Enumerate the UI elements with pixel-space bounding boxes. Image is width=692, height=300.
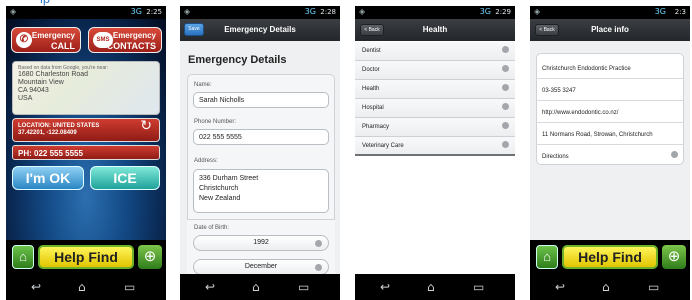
recent-apps-icon[interactable]: ▭ — [298, 281, 309, 293]
phone-screen-help-home: ◈ 3G 2:25 ✆ Emergency CALL SMS Emergency… — [6, 6, 166, 300]
list-item-hospital[interactable]: Hospital — [355, 99, 515, 118]
clock: 2:25 — [146, 8, 162, 16]
emergency-contacts-button[interactable]: SMS Emergency CONTACTS — [88, 27, 162, 53]
ice-button[interactable]: ICE — [90, 166, 160, 190]
dob-year-select[interactable]: 1992 — [193, 235, 329, 251]
phone-number-bar: PH: 022 555 5555 — [12, 145, 160, 160]
address-line: Mountain View — [18, 79, 64, 86]
nav-bar: ↩ ⌂ ▭ — [180, 274, 340, 300]
back-icon[interactable]: ↩ — [380, 281, 390, 293]
location-coordinates: 37.42201, -122.08409 — [18, 130, 77, 136]
list-item-doctor[interactable]: Doctor — [355, 61, 515, 80]
phone-screen-place-info: ◈ 3G 2:3 Place info < Back Christchurch … — [530, 6, 690, 300]
recent-apps-icon[interactable]: ▭ — [648, 281, 659, 293]
place-name: Christchurch Endodontic Practice — [536, 59, 684, 79]
select-indicator-icon — [315, 264, 322, 271]
select-indicator-icon — [315, 240, 322, 247]
signal-icon: 3G — [479, 7, 491, 16]
form-heading: Emergency Details — [188, 54, 287, 66]
address-label: Address: — [194, 158, 218, 164]
list-item-veterinary-care[interactable]: Veterinary Care — [355, 137, 515, 156]
app-bar: Emergency Details — [180, 19, 340, 41]
location-country: LOCATION: UNITED STATES — [18, 123, 100, 129]
place-website-link[interactable]: http://www.endodontic.co.nz/ — [536, 103, 684, 123]
recent-apps-icon[interactable]: ▭ — [473, 281, 484, 293]
address-field[interactable]: 336 Durham Street Christchurch New Zeala… — [193, 169, 329, 213]
recent-apps-icon[interactable]: ▭ — [124, 281, 135, 293]
globe-icon[interactable]: ⊕ — [138, 245, 162, 269]
name-field[interactable]: Sarah Nicholls — [193, 92, 329, 108]
back-icon[interactable]: ↩ — [205, 281, 215, 293]
home-icon[interactable]: ⌂ — [12, 245, 34, 269]
phone-screen-health-list: ◈ 3G 2:29 Health < Back Dentist Doctor H… — [355, 6, 515, 300]
status-bar: ◈ 3G 2:3 — [530, 6, 690, 19]
refresh-icon[interactable]: ↻ — [140, 118, 152, 132]
signal-icon: 3G — [304, 7, 316, 16]
status-bar: ◈ 3G 2:25 — [6, 6, 166, 19]
notification-icon: ◈ — [10, 7, 17, 16]
back-icon[interactable]: ↩ — [555, 281, 565, 293]
clock: 2:29 — [495, 8, 511, 16]
phone-screen-emergency-details: ◈ 3G 2:28 Emergency Details Save Emergen… — [180, 6, 340, 300]
help-find-button[interactable]: Help Find — [562, 245, 658, 269]
address-line: CA 94043 — [18, 87, 49, 94]
signal-icon: 3G — [130, 7, 142, 16]
page-title: Emergency Details — [224, 25, 296, 34]
clock: 2:28 — [320, 8, 336, 16]
emergency-call-button[interactable]: ✆ Emergency CALL — [11, 27, 81, 53]
status-bar: ◈ 3G 2:28 — [180, 6, 340, 19]
list-item-health[interactable]: Health — [355, 80, 515, 99]
dob-label: Date of Birth: — [194, 225, 230, 231]
phone-number-label: Phone Number: — [194, 119, 237, 125]
signal-icon: 3G — [654, 7, 666, 16]
place-phone[interactable]: 03-355 3247 — [536, 81, 684, 101]
save-button[interactable]: Save — [184, 23, 204, 36]
status-bar: ◈ 3G 2:29 — [355, 6, 515, 19]
chevron-icon — [671, 151, 678, 158]
sms-icon: SMS — [93, 32, 113, 48]
directions-item[interactable]: Directions — [536, 147, 684, 167]
chevron-icon — [502, 141, 509, 148]
notification-icon: ◈ — [184, 7, 191, 16]
home-icon[interactable]: ⌂ — [536, 245, 558, 269]
globe-icon[interactable]: ⊕ — [662, 245, 686, 269]
address-line: 1680 Charleston Road — [18, 71, 89, 78]
home-nav-icon[interactable]: ⌂ — [602, 281, 610, 293]
home-nav-icon[interactable]: ⌂ — [78, 281, 86, 293]
home-nav-icon[interactable]: ⌂ — [427, 281, 435, 293]
clock: 2:3 — [674, 8, 686, 16]
im-ok-button[interactable]: I'm OK — [12, 166, 84, 190]
nav-bar: ↩ ⌂ ▭ — [530, 274, 690, 300]
list-item-dentist[interactable]: Dentist — [355, 42, 515, 61]
chevron-icon — [502, 122, 509, 129]
name-label: Name: — [194, 82, 212, 88]
phone-number-field[interactable]: 022 555 5555 — [193, 129, 329, 145]
chevron-icon — [502, 46, 509, 53]
notification-icon: ◈ — [359, 7, 366, 16]
nav-bar: ↩ ⌂ ▭ — [6, 274, 166, 300]
phone-icon: ✆ — [16, 32, 32, 48]
place-address: 11 Normans Road, Strowan, Christchurch — [536, 125, 684, 145]
address-card: Based on data from Google, you're near: … — [12, 61, 160, 115]
help-find-button[interactable]: Help Find — [38, 245, 134, 269]
notification-icon: ◈ — [534, 7, 541, 16]
chevron-icon — [502, 103, 509, 110]
address-line: USA — [18, 95, 33, 102]
location-bar: LOCATION: UNITED STATES 37.42201, -122.0… — [12, 118, 160, 142]
back-icon[interactable]: ↩ — [31, 281, 41, 293]
chevron-icon — [502, 84, 509, 91]
back-button[interactable]: < Back — [360, 24, 384, 36]
dob-month-select[interactable]: December — [193, 259, 329, 275]
home-nav-icon[interactable]: ⌂ — [252, 281, 260, 293]
list-item-pharmacy[interactable]: Pharmacy — [355, 118, 515, 137]
back-button[interactable]: < Back — [535, 24, 559, 36]
nav-bar: ↩ ⌂ ▭ — [355, 274, 515, 300]
chevron-icon — [502, 65, 509, 72]
